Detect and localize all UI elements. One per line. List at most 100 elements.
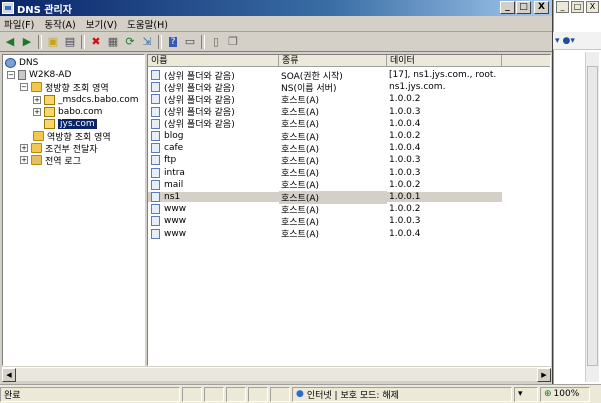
record-icon — [151, 118, 160, 129]
title-bar[interactable]: DNS 관리자 _ □ X — [0, 0, 552, 16]
expand-icon[interactable]: + — [33, 108, 41, 116]
record-name-cell: www — [148, 216, 279, 227]
menu-action[interactable]: 동작(A) — [44, 17, 75, 31]
bg-close-button[interactable]: X — [586, 1, 599, 13]
record-data: 1.0.0.2 — [389, 179, 421, 190]
table-row[interactable]: www 호스트(A) 1.0.0.3 — [148, 215, 550, 228]
tree-node-msdcs[interactable]: + _msdcs.babo.com — [33, 94, 139, 106]
scroll-right-icon[interactable]: ▶ — [537, 368, 551, 382]
tree-node-reverse-zones[interactable]: 역방향 조회 영역 — [33, 130, 111, 143]
maximize-button[interactable]: □ — [516, 1, 531, 14]
table-row[interactable]: cafe 호스트(A) 1.0.0.4 — [148, 142, 550, 155]
minimize-button[interactable]: _ — [500, 1, 515, 14]
tree-node-dns[interactable]: DNS — [5, 57, 38, 69]
table-row[interactable]: mail 호스트(A) 1.0.0.2 — [148, 179, 550, 191]
menu-help[interactable]: 도움말(H) — [127, 17, 168, 31]
bg-minimize-button[interactable]: _ — [556, 1, 569, 13]
record-name: intra — [164, 167, 185, 178]
globe-icon: ● — [296, 389, 304, 399]
back-icon[interactable]: ◀ — [2, 34, 18, 50]
security-zone[interactable]: ● 인터넷 | 보호 모드: 해제 — [292, 386, 512, 402]
record-name: mail — [164, 179, 184, 190]
collapse-icon[interactable]: − — [7, 71, 15, 79]
tree-node-server[interactable]: − W2K8-AD — [7, 69, 71, 81]
copy-icon[interactable]: ❐ — [225, 34, 241, 50]
record-name-cell: cafe — [148, 143, 279, 154]
record-data: 1.0.0.3 — [389, 106, 421, 117]
record-name: (상위 폴더와 같음) — [164, 71, 235, 82]
page-menu-icon[interactable]: ▾ — [555, 36, 560, 46]
background-scrollbar[interactable] — [585, 52, 599, 382]
dns-manager-window: DNS 관리자 _ □ X 파일(F) 동작(A) 보기(V) 도움말(H) ◀… — [0, 0, 553, 384]
table-row[interactable]: (상위 폴더와 같음) NS(이름 서버) ns1.jys.com. — [148, 81, 550, 94]
tree-node-forward-zones[interactable]: − 정방향 조회 영역 — [20, 81, 109, 94]
export-icon[interactable]: ⇲ — [139, 34, 155, 50]
status-cell — [226, 386, 246, 402]
zone-icon — [44, 119, 55, 129]
menu-bar: 파일(F) 동작(A) 보기(V) 도움말(H) — [0, 16, 552, 32]
table-row[interactable]: (상위 폴더와 같음) 호스트(A) 1.0.0.4 — [148, 118, 550, 130]
zone-icon — [44, 95, 55, 105]
page-icon[interactable]: ▯ — [208, 34, 224, 50]
record-icon — [151, 204, 160, 215]
horizontal-scrollbar[interactable]: ◀ ▶ — [2, 367, 551, 382]
record-type: 호스트(A) — [281, 108, 320, 119]
console-icon[interactable]: ▭ — [182, 34, 198, 50]
properties-icon[interactable]: ▦ — [105, 34, 121, 50]
table-row[interactable]: www 호스트(A) 1.0.0.2 — [148, 203, 550, 216]
table-row[interactable]: www 호스트(A) 1.0.0.4 — [148, 228, 550, 240]
delete-icon[interactable]: ✖ — [88, 34, 104, 50]
record-type: 호스트(A) — [281, 230, 320, 241]
table-row[interactable]: (상위 폴더와 같음) 호스트(A) 1.0.0.2 — [148, 93, 550, 106]
table-row[interactable]: intra 호스트(A) 1.0.0.3 — [148, 167, 550, 179]
server-icon — [18, 70, 26, 80]
close-button[interactable]: X — [534, 1, 549, 14]
record-name: ns1 — [164, 192, 181, 202]
record-icon — [151, 106, 160, 117]
help-menu-icon[interactable]: ●▾ — [563, 36, 575, 46]
show-tree-icon[interactable]: ▤ — [62, 34, 78, 50]
table-row[interactable]: (상위 폴더와 같음) SOA(권한 시작) [17], ns1.jys.com.,… — [148, 69, 550, 82]
forward-icon[interactable]: ▶ — [19, 34, 35, 50]
folder-icon — [31, 143, 42, 153]
record-icon — [151, 143, 160, 154]
table-row[interactable]: blog 호스트(A) 1.0.0.2 — [148, 130, 550, 143]
tree-node-forwarders[interactable]: + 조건부 전달자 — [20, 142, 98, 155]
record-type: 호스트(A) — [281, 132, 320, 143]
tree-node-global-logs[interactable]: + 전역 로그 — [20, 154, 81, 167]
expand-icon[interactable]: + — [20, 156, 28, 164]
expand-icon[interactable]: + — [20, 144, 28, 152]
help-icon[interactable]: ? — [165, 34, 181, 50]
record-data: [17], ns1.jys.com., root. — [389, 70, 497, 80]
protected-mode-icon[interactable]: ▾ — [514, 386, 538, 402]
record-data: 1.0.0.3 — [389, 155, 421, 166]
record-icon — [151, 192, 160, 202]
tree-node-jys[interactable]: jys.com — [44, 118, 97, 130]
menu-file[interactable]: 파일(F) — [4, 17, 34, 31]
expand-icon[interactable]: + — [33, 96, 41, 104]
refresh-icon[interactable]: ⟳ — [122, 34, 138, 50]
table-row[interactable]: (상위 폴더와 같음) 호스트(A) 1.0.0.3 — [148, 106, 550, 118]
column-name[interactable]: 이름 — [148, 55, 279, 67]
tree-node-babo[interactable]: + babo.com — [33, 106, 102, 118]
status-cell — [248, 386, 268, 402]
menu-view[interactable]: 보기(V) — [86, 17, 117, 31]
record-data: 1.0.0.1 — [387, 192, 502, 202]
collapse-icon[interactable]: − — [20, 83, 28, 91]
table-row[interactable]: ns1 호스트(A) 1.0.0.1 — [148, 190, 550, 204]
record-name: blog — [164, 131, 184, 141]
zoom-control[interactable]: ⊕ 100% — [540, 386, 590, 402]
table-row[interactable]: ftp 호스트(A) 1.0.0.3 — [148, 154, 550, 167]
up-folder-icon[interactable]: ▣ — [45, 34, 61, 50]
record-name-cell: mail — [148, 179, 279, 190]
record-name: www — [164, 204, 187, 215]
scroll-left-icon[interactable]: ◀ — [2, 368, 16, 382]
column-data[interactable]: 데이터 — [387, 55, 502, 67]
record-name: www — [164, 228, 187, 239]
bg-maximize-button[interactable]: □ — [571, 1, 584, 13]
scroll-thumb[interactable] — [587, 66, 598, 366]
record-type: NS(이름 서버) — [281, 83, 337, 94]
record-data: 1.0.0.2 — [389, 131, 421, 141]
record-name: cafe — [164, 143, 184, 154]
column-type[interactable]: 종류 — [279, 55, 387, 67]
